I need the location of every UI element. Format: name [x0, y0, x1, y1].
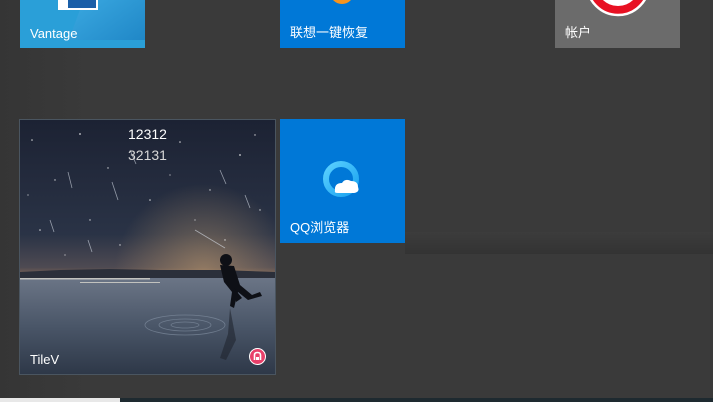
taskbar-edge-highlight	[0, 398, 120, 402]
background-band	[405, 232, 713, 254]
tile-account[interactable]: 帐户	[555, 0, 680, 48]
tile-qq-label: QQ浏览器	[290, 220, 350, 235]
tile-tilev[interactable]: 12312 32131 TileV	[19, 119, 276, 375]
tile-recovery-label: 联想一键恢复	[290, 25, 369, 40]
tile-vantage-label: Vantage	[30, 26, 78, 41]
tile-lenovo-recovery[interactable]: 联想一键恢复	[280, 0, 405, 48]
tile-qq-browser[interactable]: QQ浏览器	[280, 119, 405, 243]
tile-tilev-label: TileV	[30, 352, 60, 367]
tilev-badge-icon	[249, 348, 266, 365]
tilev-line2: 32131	[128, 147, 167, 163]
tile-account-label: 帐户	[565, 25, 592, 40]
tile-vantage[interactable]: Vantage	[20, 0, 145, 48]
qq-browser-icon	[323, 161, 359, 197]
tilev-line1: 12312	[128, 126, 167, 142]
vantage-logo-accent	[68, 0, 96, 8]
